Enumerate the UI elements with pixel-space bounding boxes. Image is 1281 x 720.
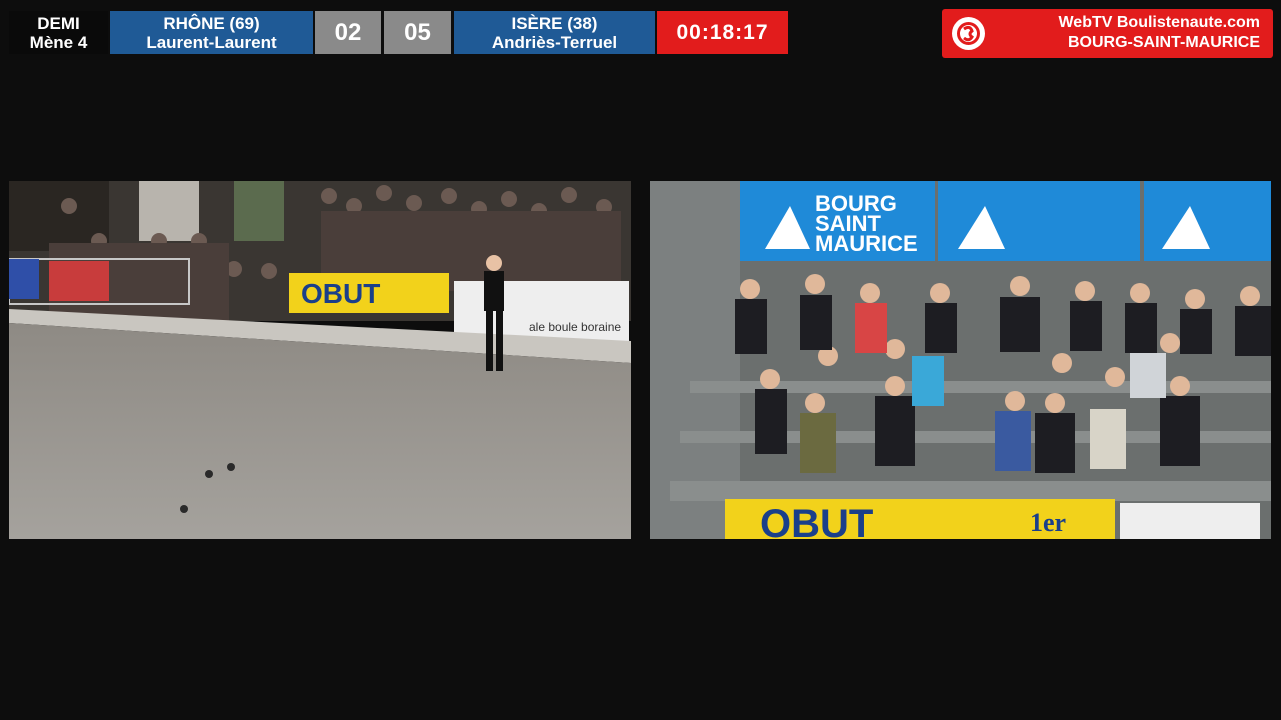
match-phase: DEMI Mène 4 — [9, 11, 108, 54]
match-clock: 00:18:17 — [657, 11, 788, 54]
team1-panel: RHÔNE (69) Laurent-Laurent — [110, 11, 313, 54]
phase-label: DEMI — [37, 13, 80, 33]
sponsor-banner-text: OBUT — [760, 502, 873, 539]
right-camera-feed: BOURG SAINT MAURICE OBUT 1er — [650, 181, 1271, 539]
team2-players: Andriès-Terruel — [491, 32, 618, 52]
team2-score: 05 — [384, 11, 451, 54]
broadcaster-name: WebTV Boulistenaute.com — [1058, 14, 1260, 31]
broadcaster-logo-icon — [952, 17, 985, 50]
team2-panel: ISÈRE (38) Andriès-Terruel — [454, 11, 655, 54]
team2-name: ISÈRE (38) — [511, 13, 598, 33]
team1-name: RHÔNE (69) — [163, 13, 260, 33]
obut-banner-text: OBUT — [301, 278, 380, 309]
round-label: Mène 4 — [29, 32, 88, 52]
team1-score: 02 — [315, 11, 381, 54]
banner-line3: MAURICE — [815, 231, 918, 256]
broadcaster-badge: WebTV Boulistenaute.com BOURG-SAINT-MAUR… — [942, 9, 1273, 58]
team1-players: Laurent-Laurent — [146, 32, 277, 52]
sponsor-rank-text: 1er — [1030, 508, 1066, 537]
broadcaster-location: BOURG-SAINT-MAURICE — [1068, 34, 1260, 51]
left-camera-feed: OBUT ale boule boraine — [9, 181, 631, 539]
white-banner-text: ale boule boraine — [529, 320, 621, 334]
